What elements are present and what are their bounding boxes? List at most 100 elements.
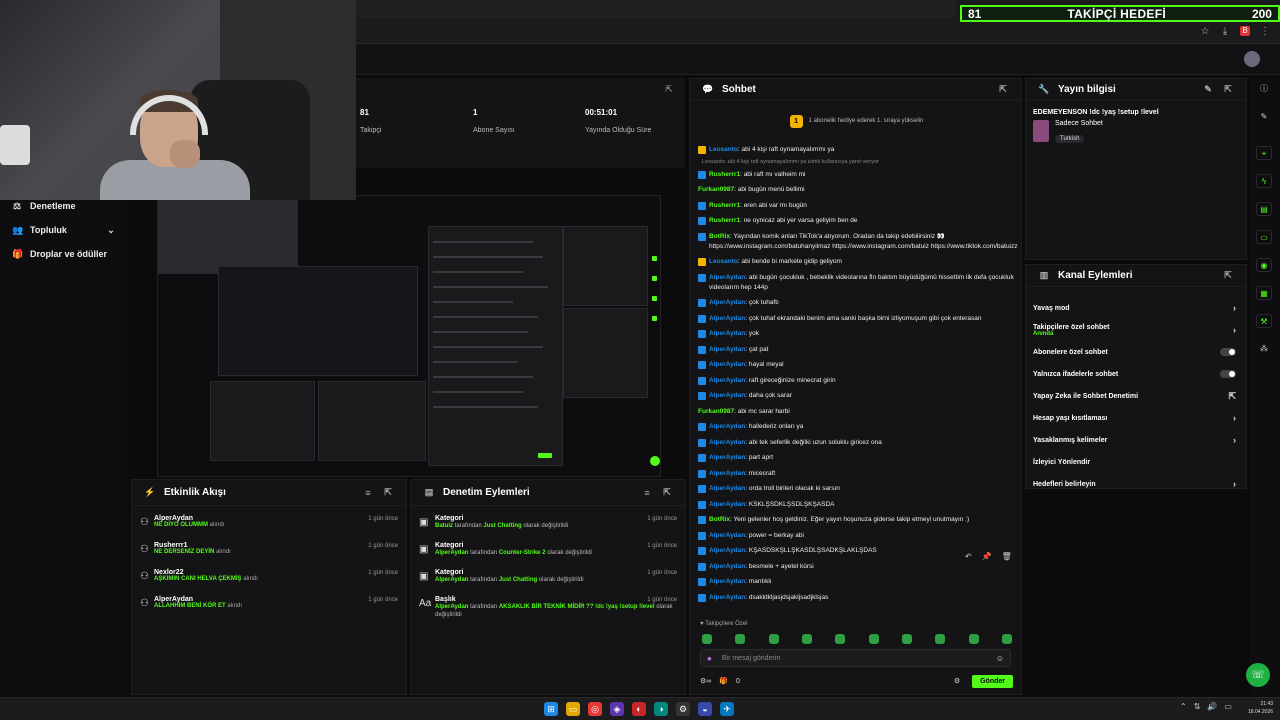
app-icon[interactable]: ◒ bbox=[698, 702, 712, 716]
edit-icon[interactable]: ✎ bbox=[1256, 110, 1272, 124]
settings-icon[interactable]: ⚙ bbox=[676, 702, 690, 716]
download-icon[interactable]: ⤓ bbox=[1220, 26, 1230, 37]
note-icon[interactable]: ▤ bbox=[1256, 202, 1272, 216]
filter-icon[interactable]: ≡ bbox=[362, 488, 374, 498]
chat-message[interactable]: Furkan0987: abi bugün menü bellimi bbox=[698, 185, 1020, 195]
emote-only-toggle[interactable] bbox=[1220, 370, 1236, 378]
send-button[interactable]: Gönder bbox=[972, 674, 1013, 688]
chevron-up-icon[interactable]: ⌃ bbox=[1180, 702, 1187, 711]
discord-icon[interactable]: ◈ bbox=[610, 702, 624, 716]
external-link-icon[interactable]: ⇱ bbox=[382, 487, 394, 498]
action-banned-words[interactable]: Yasaklanmış kelimeler › bbox=[1026, 429, 1246, 451]
broadcast-icon[interactable]: ◉ bbox=[1256, 258, 1272, 272]
chat-username[interactable]: AlperAydan bbox=[709, 274, 745, 281]
help-chat-button[interactable]: ☏ bbox=[1246, 663, 1270, 687]
chat-username[interactable]: Furkan0987 bbox=[698, 408, 734, 415]
emote-icon[interactable] bbox=[735, 634, 746, 644]
chat-message[interactable]: Leosanto: abi 4 kişi raft oynamayalımmı … bbox=[698, 145, 1020, 155]
chat-username[interactable]: AlperAydan bbox=[709, 547, 745, 554]
layout-icon[interactable]: ▦ bbox=[1256, 286, 1272, 300]
subscribers-only-toggle[interactable] bbox=[1220, 348, 1236, 356]
chat-icon[interactable]: ▭ bbox=[1256, 230, 1272, 244]
steam-icon[interactable]: ✈ bbox=[720, 702, 734, 716]
emote-icon[interactable] bbox=[935, 634, 946, 644]
external-link-icon[interactable]: ⇱ bbox=[661, 487, 673, 498]
users-icon[interactable]: ⁂ bbox=[1256, 342, 1272, 356]
emote-icon[interactable] bbox=[968, 634, 979, 644]
external-link-icon[interactable]: ⇱ bbox=[1222, 84, 1234, 95]
star-icon[interactable]: ☆ bbox=[1200, 26, 1210, 37]
action-followers-only[interactable]: Takipçilere özel sohbet Anında › bbox=[1026, 319, 1246, 341]
edit-icon[interactable]: ✎ bbox=[1202, 84, 1214, 95]
chat-username[interactable]: BotRix bbox=[709, 516, 730, 523]
wrench-icon[interactable]: ⚒ bbox=[1256, 314, 1272, 328]
gift-icon[interactable]: 🎁 bbox=[719, 677, 728, 685]
chat-username[interactable]: AlperAydan bbox=[709, 454, 745, 461]
emote-icon[interactable] bbox=[768, 634, 779, 644]
emote-icon[interactable] bbox=[702, 634, 712, 644]
extension-icon[interactable]: B bbox=[1240, 26, 1250, 36]
action-emote-only[interactable]: Yalnızca ifadelerle sohbet bbox=[1026, 363, 1246, 385]
emote-icon[interactable] bbox=[801, 634, 812, 644]
chat-username[interactable]: AlperAydan bbox=[709, 299, 745, 306]
chat-message[interactable]: AlperAydan: hayal meyal bbox=[698, 360, 1020, 370]
bolt-icon[interactable]: ϟ bbox=[1256, 174, 1272, 188]
info-icon[interactable]: ⓘ bbox=[1256, 82, 1272, 96]
chat-message[interactable]: AlperAydan: besmele + ayetel kürsi bbox=[698, 562, 1020, 572]
chat-username[interactable]: Rusherrr1 bbox=[709, 217, 740, 224]
chat-input[interactable]: ● Bir mesaj gönderin ☺ bbox=[700, 649, 1011, 667]
chat-username[interactable]: AlperAydan bbox=[709, 392, 745, 399]
chat-message[interactable]: AlperAydan: çok tuhaftı bbox=[698, 298, 1020, 308]
settings-users-icon[interactable]: ⚙∞ bbox=[700, 677, 711, 685]
chat-username[interactable]: AlperAydan bbox=[709, 330, 745, 337]
chat-username[interactable]: Furkan0987 bbox=[698, 186, 734, 193]
chat-message[interactable]: Rusherrr1: eren abi var mı bugün bbox=[698, 201, 1020, 211]
edge-icon[interactable]: ◑ bbox=[654, 702, 668, 716]
chat-username[interactable]: AlperAydan bbox=[709, 532, 745, 539]
chat-message[interactable]: AlperAydan: daha çok sarar bbox=[698, 391, 1020, 401]
external-link-icon[interactable]: ⇱ bbox=[663, 84, 675, 95]
windows-start-icon[interactable]: ⊞ bbox=[544, 702, 558, 716]
action-account-age[interactable]: Hesap yaşı kısıtlaması › bbox=[1026, 407, 1246, 429]
chat-username[interactable]: AlperAydan bbox=[709, 361, 745, 368]
chat-message[interactable]: AlperAydan: dsakldkljasjdsjakljsadjklsja… bbox=[698, 593, 1020, 603]
chat-username[interactable]: AlperAydan bbox=[709, 501, 745, 508]
chat-message[interactable]: AlperAydan: raft gireceğinize minecrat g… bbox=[698, 376, 1020, 386]
chat-message[interactable]: AlperAydan: mantıklı bbox=[698, 577, 1020, 587]
chat-username[interactable]: AlperAydan bbox=[709, 423, 745, 430]
action-subscribers-only[interactable]: Abonelere özel sohbet bbox=[1026, 341, 1246, 363]
chat-message[interactable]: AlperAydan: abi tek seferlik değilki uzu… bbox=[698, 438, 1020, 448]
chat-message[interactable]: Rusherrr1: abi raft mı valheim mi bbox=[698, 170, 1020, 180]
chat-message[interactable]: BotRix: Yeni gelenler hoş geldiniz. Eğer… bbox=[698, 515, 1020, 525]
emote-icon[interactable] bbox=[1001, 634, 1012, 644]
gear-icon[interactable]: ⚙ bbox=[954, 677, 960, 685]
chat-message[interactable]: AlperAydan: power = berkay abi bbox=[698, 531, 1020, 541]
pin-icon[interactable]: 📌 bbox=[982, 552, 992, 561]
chat-username[interactable]: AlperAydan bbox=[709, 439, 745, 446]
action-ai-moderation[interactable]: Yapay Zeka ile Sohbet Denetimi ⇱ bbox=[1026, 385, 1246, 407]
chat-message[interactable]: Leosanto: abi bende bi markete gidip gel… bbox=[698, 257, 1020, 267]
chat-message[interactable]: AlperAydan: hallederiz onları ya bbox=[698, 422, 1020, 432]
chat-message[interactable]: AlperAydan: part aprt bbox=[698, 453, 1020, 463]
chat-username[interactable]: AlperAydan bbox=[709, 470, 745, 477]
filter-icon[interactable]: ≡ bbox=[641, 488, 653, 498]
chat-message[interactable]: AlperAydan: çat pat bbox=[698, 345, 1020, 355]
target-icon[interactable]: ⌖ bbox=[1256, 146, 1272, 160]
chat-message[interactable]: Furkan0987: abi mc sarar harbi bbox=[698, 407, 1020, 417]
chat-message[interactable]: AlperAydan: KSKLŞSDKLŞSDLŞKŞASDA bbox=[698, 500, 1020, 510]
folder-icon[interactable]: ▭ bbox=[566, 702, 580, 716]
chat-message[interactable]: AlperAydan: yok bbox=[698, 329, 1020, 339]
action-set-goals[interactable]: Hedefleri belirleyin › bbox=[1026, 473, 1246, 495]
stream-preview[interactable] bbox=[157, 195, 661, 477]
chat-username[interactable]: Rusherrr1 bbox=[709, 171, 740, 178]
emote-icon[interactable] bbox=[901, 634, 912, 644]
chat-message[interactable]: Rusherrr1: ne oynicaz abi yer varsa geli… bbox=[698, 216, 1020, 226]
chat-message[interactable]: AlperAydan: abi bugün çocukluk , bebekli… bbox=[698, 273, 1020, 293]
chat-message[interactable]: AlperAydan: çok tuhaf ekrandaki benim am… bbox=[698, 314, 1020, 324]
avatar[interactable] bbox=[1244, 51, 1260, 67]
menu-dots-icon[interactable]: ⋮ bbox=[1260, 26, 1270, 37]
chat-username[interactable]: Rusherrr1 bbox=[709, 202, 740, 209]
chat-message-list[interactable]: Leosanto: abi 4 kişi raft oynamayalımmı … bbox=[698, 145, 1020, 615]
chat-username[interactable]: AlperAydan bbox=[709, 578, 745, 585]
chrome-icon[interactable]: ◎ bbox=[588, 702, 602, 716]
